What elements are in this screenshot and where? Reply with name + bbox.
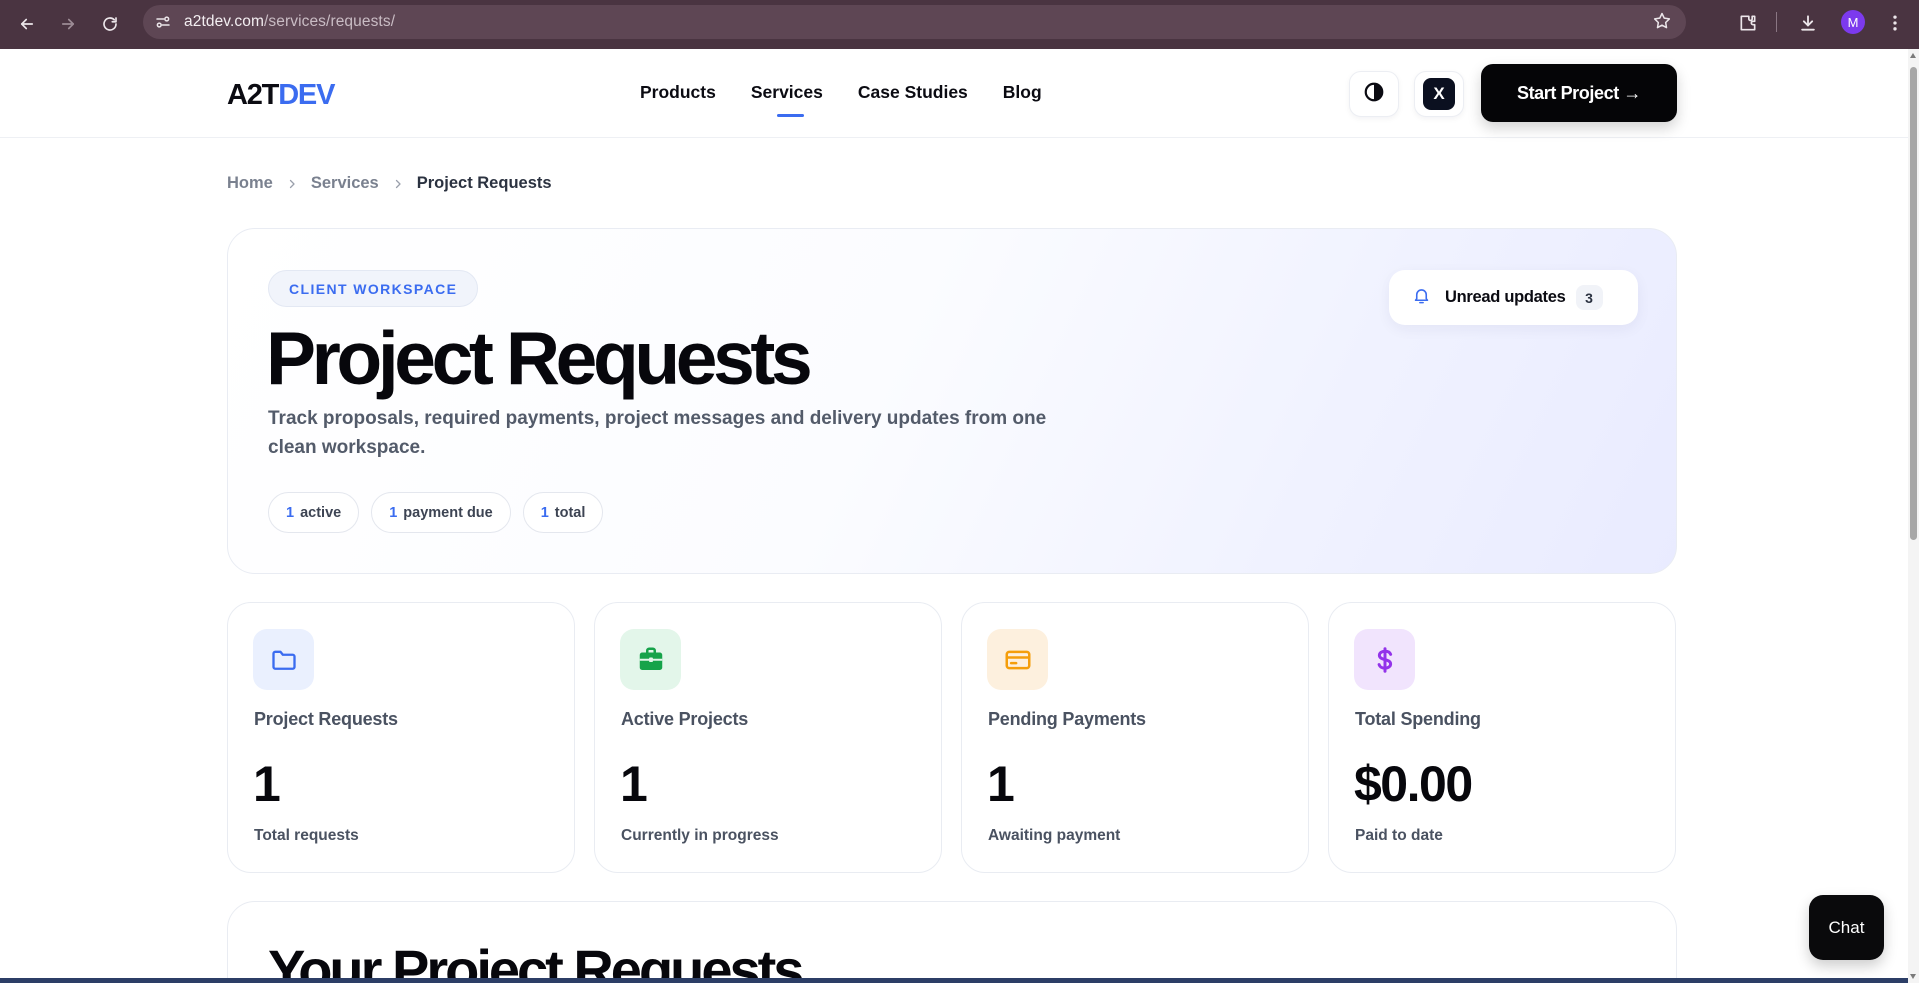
metric-cards: Project Requests 1 Total requests Active… <box>227 602 1676 873</box>
nav-blog[interactable]: Blog <box>1003 82 1042 103</box>
breadcrumb-home[interactable]: Home <box>227 174 273 193</box>
card-value: 1 <box>620 756 648 812</box>
toolbar-divider <box>1776 12 1777 32</box>
page-description: Track proposals, required payments, proj… <box>268 408 1047 458</box>
extensions-icon[interactable] <box>1733 8 1763 38</box>
bell-icon <box>1412 286 1431 310</box>
nav-services[interactable]: Services <box>751 82 823 117</box>
site-header: A2TDEV Products Services Case Studies Bl… <box>0 49 1908 138</box>
card-title: Total Spending <box>1355 709 1481 729</box>
dollar-icon <box>1354 629 1415 690</box>
payment-due-pill: 1 payment due <box>371 492 511 533</box>
back-icon[interactable] <box>13 10 41 38</box>
scroll-up-arrow[interactable] <box>1910 53 1916 58</box>
menu-kebab-icon[interactable] <box>1880 8 1910 38</box>
nav-products[interactable]: Products <box>640 82 716 103</box>
url-text: a2tdev.com/services/requests/ <box>184 13 396 30</box>
theme-toggle-button[interactable] <box>1349 71 1399 117</box>
breadcrumb-services[interactable]: Services <box>311 174 379 193</box>
start-project-button[interactable]: Start Project → <box>1481 64 1677 122</box>
site-info-icon[interactable] <box>152 11 174 33</box>
main-nav: Products Services Case Studies Blog <box>640 82 1077 117</box>
card-title: Active Projects <box>621 709 749 729</box>
nav-case-studies[interactable]: Case Studies <box>858 82 968 103</box>
reload-icon[interactable] <box>96 10 124 38</box>
card-subtitle: Total requests <box>254 827 359 844</box>
x-social-button[interactable]: X <box>1414 71 1464 117</box>
profile-avatar[interactable]: M <box>1841 10 1865 34</box>
site-logo[interactable]: A2TDEV <box>227 79 335 112</box>
chat-button[interactable]: Chat <box>1809 895 1884 960</box>
hero-panel: CLIENT WORKSPACE Project Requests Track … <box>227 228 1677 574</box>
card-value: 1 <box>253 756 281 812</box>
card-title: Pending Payments <box>988 709 1146 729</box>
bookmark-star-icon[interactable] <box>1652 11 1672 36</box>
requests-section: Your Project Requests <box>227 901 1677 983</box>
active-pill: 1 active <box>268 492 360 533</box>
scroll-down-arrow[interactable] <box>1910 974 1916 979</box>
bottom-edge <box>0 978 1908 983</box>
forward-icon[interactable] <box>54 10 82 38</box>
card-title: Project Requests <box>254 709 398 729</box>
credit-card-icon <box>987 629 1048 690</box>
card-active-projects[interactable]: Active Projects 1 Currently in progress <box>594 602 942 873</box>
total-pill: 1 total <box>522 492 604 533</box>
scroll-thumb[interactable] <box>1910 67 1917 540</box>
card-project-requests[interactable]: Project Requests 1 Total requests <box>227 602 575 873</box>
unread-updates-label: Unread updates <box>1445 288 1566 306</box>
breadcrumb: Home Services Project Requests <box>227 174 552 193</box>
download-icon[interactable] <box>1793 8 1823 38</box>
section-title: Your Project Requests <box>268 938 804 983</box>
card-pending-payments[interactable]: Pending Payments 1 Awaiting payment <box>961 602 1309 873</box>
card-subtitle: Currently in progress <box>621 827 779 844</box>
briefcase-icon <box>620 629 681 690</box>
page-scrollbar[interactable] <box>1908 49 1919 983</box>
page-title: Project Requests <box>266 316 813 400</box>
breadcrumb-current: Project Requests <box>416 174 552 192</box>
chevron-right-icon <box>392 178 404 190</box>
chevron-right-icon <box>286 178 298 190</box>
folder-icon <box>253 629 314 690</box>
workspace-tag: CLIENT WORKSPACE <box>268 270 479 307</box>
address-bar[interactable]: a2tdev.com/services/requests/ <box>143 5 1686 39</box>
unread-count-badge: 3 <box>1575 285 1603 310</box>
x-logo-icon: X <box>1423 78 1455 110</box>
card-subtitle: Paid to date <box>1355 827 1443 844</box>
browser-toolbar: a2tdev.com/services/requests/ M <box>0 0 1919 49</box>
card-subtitle: Awaiting payment <box>988 827 1121 844</box>
contrast-icon <box>1363 81 1385 108</box>
unread-updates-button[interactable]: Unread updates 3 <box>1389 270 1638 325</box>
stat-pills: 1 active 1 payment due 1 total <box>268 492 604 533</box>
card-total-spending[interactable]: Total Spending $0.00 Paid to date <box>1328 602 1676 873</box>
card-value: $0.00 <box>1354 756 1473 812</box>
card-value: 1 <box>987 756 1015 812</box>
